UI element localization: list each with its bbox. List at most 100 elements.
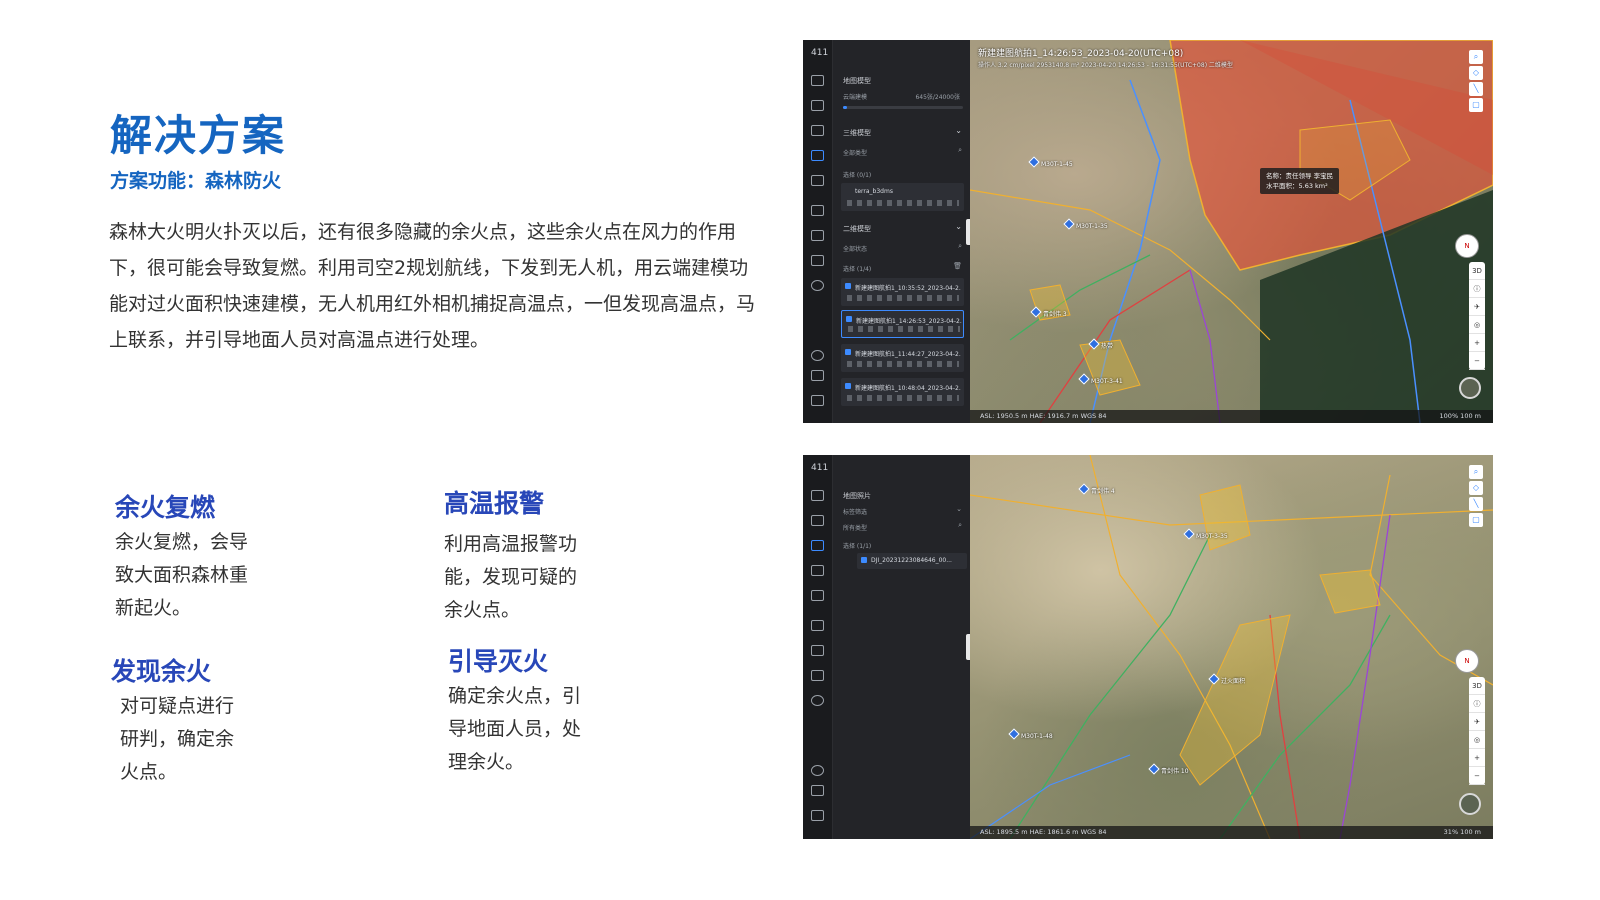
search-icon[interactable]: ⌕ (1469, 465, 1483, 479)
left-rail: 411 (803, 40, 833, 423)
drone-icon[interactable] (811, 205, 824, 216)
map-view[interactable]: 青剑伟 4 M30T-3-35 过火面积 M30T-1-48 青剑伟 10 ⌕ … (970, 455, 1493, 839)
filter-all-types[interactable]: 所有类型 (843, 523, 867, 532)
layer-switch-icon[interactable] (1459, 793, 1481, 815)
view-3d-button[interactable]: 3D (1469, 262, 1485, 280)
model-2d-item[interactable]: 新建建图航拍1_10:48:04_2023-04-2... (841, 378, 964, 406)
checkbox-checked-icon[interactable] (846, 316, 852, 322)
zoom-in-button[interactable]: + (1469, 334, 1485, 352)
map-marker[interactable]: 青剑伟 3 (1032, 308, 1067, 318)
map-title: 新建建图航拍1_14:26:53_2023-04-20(UTC+08) (978, 49, 1184, 59)
pin-tool-icon[interactable]: ◇ (1469, 481, 1483, 495)
compass-icon[interactable]: N (1455, 649, 1479, 673)
device-icon[interactable] (811, 370, 824, 381)
info-icon[interactable]: ⓘ (1469, 280, 1485, 298)
search-icon[interactable]: ⌕ (1469, 50, 1483, 64)
flight-route-icon[interactable] (811, 255, 824, 266)
map-marker[interactable]: M30T-1-45 (1030, 158, 1073, 168)
chevron-down-icon[interactable]: ⌄ (955, 222, 962, 231)
settings-icon[interactable] (811, 280, 824, 291)
line-tool-icon[interactable]: ╲ (1469, 82, 1483, 96)
settings-icon[interactable] (811, 695, 824, 706)
compass-icon[interactable]: N (1455, 234, 1479, 258)
map-marker[interactable]: M30T-1-35 (1065, 220, 1108, 230)
map-marker[interactable]: M30T-3-41 (1080, 375, 1123, 385)
globe-icon[interactable] (811, 765, 824, 776)
layer-switch-icon[interactable] (1459, 377, 1481, 399)
aircraft-icon[interactable]: ✈ (1469, 713, 1485, 731)
view-3d-button[interactable]: 3D (1469, 677, 1485, 695)
section-2d-model: 二维模型 (843, 225, 871, 233)
checkbox-checked-icon[interactable] (845, 349, 851, 355)
search-icon[interactable]: ⌕ (958, 146, 962, 155)
item-actions (847, 200, 959, 206)
media-icon[interactable] (811, 590, 824, 601)
model-3d-item[interactable]: terra_b3dms (841, 183, 964, 211)
map-marker[interactable]: 过火面积 (1210, 675, 1245, 685)
drone-icon[interactable] (811, 620, 824, 631)
model-icon[interactable] (811, 565, 824, 576)
search-icon[interactable]: ⌕ (958, 521, 962, 530)
chevron-down-icon[interactable]: ⌄ (956, 505, 962, 513)
filter-all-types[interactable]: 全部类型 (843, 148, 867, 157)
model-2d-item[interactable]: 新建建图航拍1_11:44:27_2023-04-2... (841, 344, 964, 372)
map-marker[interactable]: 热带 (1090, 340, 1113, 350)
feature-line: 研判，确定余 (120, 728, 235, 750)
device-icon[interactable] (811, 785, 824, 796)
delete-icon[interactable]: 🗑 (953, 262, 962, 270)
feature-line: 余火复燃，会导 (115, 531, 249, 553)
feature-line: 利用高温报警功 (444, 533, 578, 555)
logout-icon[interactable] (811, 810, 824, 821)
model-icon[interactable] (811, 150, 824, 161)
map-toolbar: ⌕ ◇ ╲ ▢ (1469, 465, 1485, 529)
filter-tag[interactable]: 标签筛选 (843, 507, 867, 516)
feature-line: 火点。 (120, 761, 178, 783)
info-icon[interactable]: ⓘ (1469, 695, 1485, 713)
download-icon[interactable] (811, 515, 824, 526)
calendar-icon[interactable] (811, 645, 824, 656)
locate-icon[interactable]: ◎ (1469, 316, 1485, 334)
map-icon[interactable] (811, 125, 824, 136)
project-icon[interactable] (811, 490, 824, 501)
checkbox-checked-icon[interactable] (845, 383, 851, 389)
map-marker[interactable]: 青剑伟 10 (1150, 765, 1189, 775)
checkbox-checked-icon[interactable] (845, 283, 851, 289)
media-icon[interactable] (811, 175, 824, 186)
project-icon[interactable] (811, 75, 824, 86)
zoom-out-button[interactable]: − (1469, 352, 1485, 370)
filter-all-status[interactable]: 全部状态 (843, 244, 867, 253)
feature-line: 确定余火点，引 (448, 685, 582, 707)
map-icon[interactable] (811, 540, 824, 551)
model-3d-name: terra_b3dms (855, 188, 893, 195)
status-scale: 31% 100 m (1443, 828, 1481, 836)
model-2d-item[interactable]: 新建建图航拍1_10:35:52_2023-04-2... (841, 278, 964, 306)
map-marker[interactable]: M30T-3-35 (1185, 530, 1228, 540)
map-view[interactable]: 新建建图航拍1_14:26:53_2023-04-20(UTC+08) 操作人 … (970, 40, 1493, 423)
area-tool-icon[interactable]: ▢ (1469, 98, 1483, 112)
aircraft-icon[interactable]: ✈ (1469, 298, 1485, 316)
locate-icon[interactable]: ◎ (1469, 731, 1485, 749)
download-icon[interactable] (811, 100, 824, 111)
chevron-down-icon[interactable]: ⌄ (955, 126, 962, 135)
logout-icon[interactable] (811, 395, 824, 406)
line-tool-icon[interactable]: ╲ (1469, 497, 1483, 511)
map-marker[interactable]: M30T-1-48 (1010, 730, 1053, 740)
item-actions (847, 361, 959, 367)
map-overlay (970, 455, 1493, 839)
flight-route-icon[interactable] (811, 670, 824, 681)
map-marker[interactable]: 青剑伟 4 (1080, 485, 1115, 495)
search-icon[interactable]: ⌕ (958, 242, 962, 251)
pin-tool-icon[interactable]: ◇ (1469, 66, 1483, 80)
zoom-in-button[interactable]: + (1469, 749, 1485, 767)
photo-item[interactable]: DJI_20231223084646_00... (857, 553, 967, 569)
zoom-out-button[interactable]: − (1469, 767, 1485, 785)
feature-line: 新起火。 (115, 597, 192, 619)
photo-icon (861, 557, 867, 563)
globe-icon[interactable] (811, 350, 824, 361)
map-overlay (970, 40, 1493, 423)
model-2d-item[interactable]: 新建建图航拍1_14:26:53_2023-04-2... (841, 310, 964, 338)
intro-paragraph: 森林大火明火扑灭以后，还有很多隐藏的余火点，这些余火点在风力的作用下，很可能会导… (109, 221, 756, 351)
calendar-icon[interactable] (811, 230, 824, 241)
area-tool-icon[interactable]: ▢ (1469, 513, 1483, 527)
feature-line: 致大面积森林重 (115, 564, 249, 586)
